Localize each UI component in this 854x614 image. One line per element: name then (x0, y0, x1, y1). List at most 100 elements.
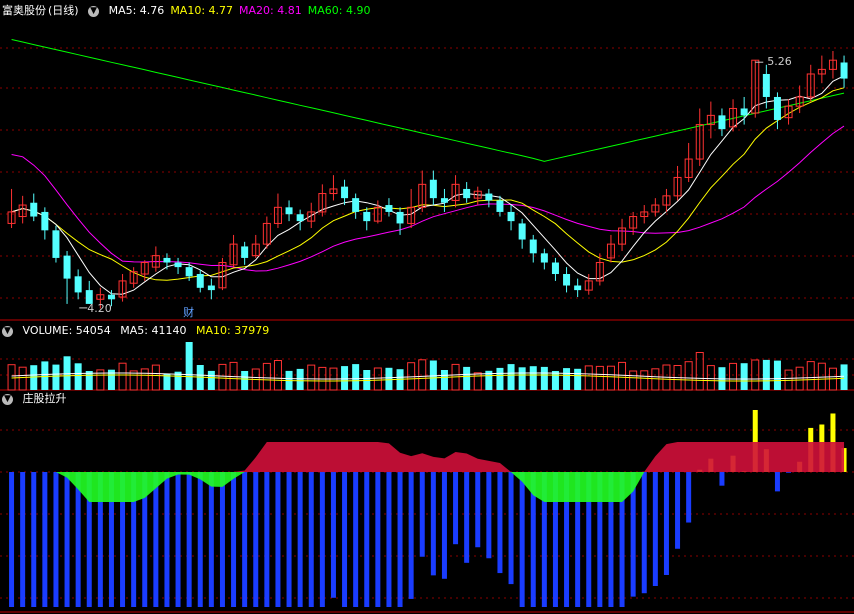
indicator-bar-down (53, 472, 59, 607)
ma20-line (11, 125, 845, 272)
candle-down (74, 276, 82, 293)
volume-bar-down (529, 366, 537, 390)
indicator-bar-down (508, 472, 514, 585)
indicator-bar-down (464, 472, 470, 563)
candle-down (52, 230, 60, 258)
volume-panel-header: ▼ VOLUME: 54054 MA5: 41140 MA10: 37979 (2, 322, 275, 340)
volume-value: VOLUME: 54054 (22, 324, 111, 337)
candle-down (107, 294, 115, 300)
volume-bar-up (18, 366, 27, 391)
ma-legend-item: MA60: 4.90 (307, 4, 371, 17)
indicator-bar-down (330, 472, 336, 598)
candle-down (840, 62, 848, 79)
indicator-panel-header: ▼ 庄股拉升 (2, 390, 73, 408)
indicator-bar-down (42, 472, 48, 607)
ma60-line (11, 39, 845, 162)
candle-down (540, 253, 548, 263)
volume-bar-up (584, 365, 593, 391)
volume-bar-up (606, 365, 615, 391)
indicator-bar-down (75, 472, 81, 607)
indicator-area-negative (11, 472, 845, 502)
candle-down (30, 202, 38, 217)
candle-down (363, 211, 371, 222)
volume-bar-up (595, 365, 604, 391)
volume-bar-down (540, 366, 548, 390)
volume-bar-up (418, 359, 427, 391)
candle-down (463, 188, 471, 199)
indicator-bar-down (153, 472, 159, 607)
period-label: (日线) (48, 4, 79, 17)
low-price-label: 4.20 (87, 302, 112, 315)
volume-bar-down (496, 367, 504, 390)
volume-bar-up (651, 368, 660, 391)
indicator-bar-down (175, 472, 181, 607)
volume-ma10: MA10: 37979 (195, 324, 270, 337)
indicator-bar-down (275, 472, 281, 607)
volume-bar-down (518, 367, 526, 390)
candle-down (385, 205, 393, 212)
indicator-bar-down (397, 472, 403, 607)
stock-chart: 5.26 4.20 财 (0, 39, 854, 613)
indicator-bar-down (419, 472, 425, 557)
ma-legend-item: MA5: 4.76 (108, 4, 165, 17)
indicator-bar-down (486, 472, 492, 559)
volume-bar-up (129, 370, 138, 391)
indicator-bar-down (408, 472, 414, 599)
volume-bar-up (618, 361, 627, 391)
candle-down (551, 262, 559, 275)
indicator-bar-down (386, 472, 392, 607)
candle-down (174, 262, 182, 268)
dropdown-circle-icon[interactable]: ▼ (2, 393, 13, 405)
volume-bar-up (373, 367, 382, 391)
indicator-bar-down (475, 472, 481, 548)
volume-bar-down (185, 342, 193, 390)
candle-down (740, 108, 748, 116)
volume-bar-up (795, 366, 804, 391)
candle-down (185, 267, 193, 277)
candle-down (773, 96, 781, 120)
dropdown-circle-icon[interactable]: ▼ (88, 5, 100, 17)
volume-bar-up (640, 370, 649, 391)
candle-down (563, 274, 571, 286)
indicator-area-positive (11, 442, 845, 472)
volume-bar-up (151, 364, 160, 391)
volume-bar-up (118, 362, 127, 391)
indicator-bar-down (675, 472, 681, 549)
candle-down (296, 214, 304, 222)
volume-bar-down (207, 370, 215, 390)
volume-bar-up (729, 362, 738, 391)
indicator-bar-down (686, 472, 692, 523)
event-marker: 财 (183, 305, 194, 319)
volume-bar-down (352, 364, 360, 390)
indicator-bar-down (719, 472, 725, 486)
candle-down (496, 200, 504, 212)
indicator-bar-down (364, 472, 370, 607)
volume-bar-up (218, 363, 227, 391)
indicator-bar-down (253, 472, 259, 607)
indicator-bar-down (186, 472, 192, 607)
volume-bar-down (63, 356, 71, 390)
indicator-bar-down (519, 472, 525, 607)
volume-bar-down (52, 364, 60, 390)
candle-down (207, 285, 215, 291)
indicator-bar-down (286, 472, 292, 607)
volume-bar-up (695, 352, 704, 391)
indicator-name: 庄股拉升 (22, 392, 67, 405)
dropdown-circle-icon[interactable]: ▼ (2, 325, 13, 337)
candle-down (762, 73, 770, 97)
volume-bar-down (740, 363, 748, 390)
volume-bar-up (140, 368, 149, 391)
indicator-bar-down (774, 472, 780, 492)
indicator-bar-down (264, 472, 270, 607)
indicator-bar-down (242, 472, 248, 607)
indicator-bar-down (441, 472, 447, 579)
candle-down (163, 257, 171, 263)
ma-legend-item: MA10: 4.77 (170, 4, 234, 17)
volume-bar-down (762, 359, 770, 390)
indicator-bar-down (663, 472, 669, 575)
candle-down (429, 179, 437, 199)
indicator-bar-down (375, 472, 381, 607)
volume-bar-down (574, 368, 582, 390)
candle-down (63, 255, 71, 279)
volume-bar-down (773, 360, 781, 390)
